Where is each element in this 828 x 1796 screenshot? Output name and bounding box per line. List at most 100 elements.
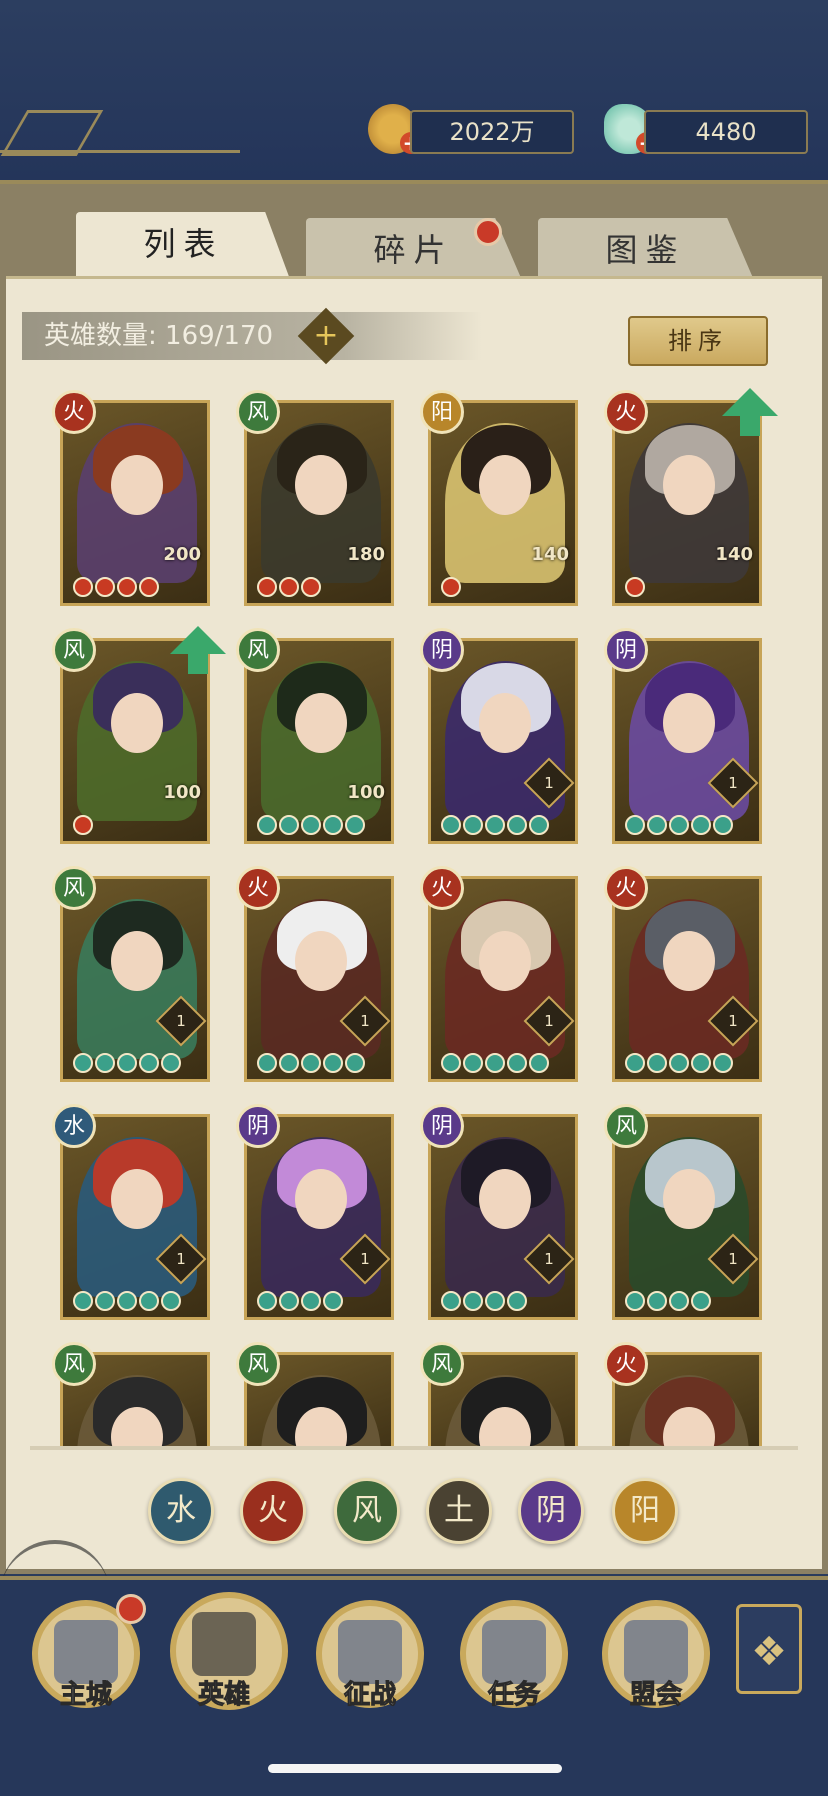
star-icon	[713, 815, 733, 835]
hero-level: 100	[163, 782, 201, 803]
star-icon	[73, 815, 93, 835]
hero-level: 1	[176, 1250, 186, 1268]
star-icon	[463, 815, 483, 835]
element-badge-icon: 阴	[420, 628, 464, 672]
element-filter-button[interactable]: 风	[334, 1478, 400, 1544]
element-filter-button[interactable]: 土	[426, 1478, 492, 1544]
element-badge-icon: 风	[52, 1342, 96, 1386]
element-badge-icon: 风	[236, 628, 280, 672]
star-icon	[279, 577, 299, 597]
nav-label: 盟会	[629, 1680, 682, 1711]
star-icon	[257, 1053, 277, 1073]
hero-face	[111, 931, 163, 991]
element-badge-icon: 阴	[236, 1104, 280, 1148]
hero-face	[111, 693, 163, 753]
upgrade-arrow-icon	[170, 626, 226, 654]
hero-stars	[73, 577, 159, 597]
star-icon	[257, 577, 277, 597]
star-icon	[441, 1053, 461, 1073]
element-filter-button[interactable]: 火	[240, 1478, 306, 1544]
hero-level: 180	[347, 544, 385, 565]
star-icon	[323, 1291, 343, 1311]
fragments-notification-badge	[474, 218, 502, 246]
star-icon	[139, 577, 159, 597]
hero-face	[479, 1169, 531, 1229]
hero-face	[295, 455, 347, 515]
star-icon	[279, 1291, 299, 1311]
star-icon	[257, 1291, 277, 1311]
star-icon	[507, 1291, 527, 1311]
star-icon	[73, 1053, 93, 1073]
hero-face	[663, 693, 715, 753]
hero-face	[663, 455, 715, 515]
nav-label: 任务	[487, 1680, 540, 1711]
hero-level: 1	[728, 1012, 738, 1030]
element-badge-icon: 阴	[420, 1104, 464, 1148]
star-icon	[73, 1291, 93, 1311]
element-badge-icon: 火	[604, 866, 648, 910]
star-icon	[507, 1053, 527, 1073]
hero-stars	[257, 1053, 365, 1073]
upgrade-arrow-stem	[188, 654, 208, 674]
hero-level: 1	[544, 774, 554, 792]
star-icon	[345, 815, 365, 835]
hero-face	[479, 931, 531, 991]
element-filter-button[interactable]: 水	[148, 1478, 214, 1544]
tab-codex[interactable]: 图鉴	[538, 218, 753, 278]
star-icon	[485, 1291, 505, 1311]
element-badge-icon: 风	[236, 1342, 280, 1386]
hero-face	[295, 1169, 347, 1229]
star-icon	[257, 815, 277, 835]
upgrade-arrow-icon	[722, 388, 778, 416]
star-icon	[463, 1291, 483, 1311]
star-icon	[441, 815, 461, 835]
decorative-line	[0, 150, 240, 153]
hero-stars	[441, 815, 549, 835]
nav-notification-badge	[116, 1594, 146, 1624]
upgrade-arrow-stem	[740, 416, 760, 436]
star-icon	[161, 1053, 181, 1073]
hero-stars	[257, 1291, 343, 1311]
hero-level: 1	[544, 1250, 554, 1268]
star-icon	[301, 815, 321, 835]
hero-stars	[73, 1053, 181, 1073]
element-badge-icon: 火	[604, 1342, 648, 1386]
hero-level: 1	[728, 774, 738, 792]
nav-label: 英雄	[197, 1680, 250, 1711]
element-badge-icon: 风	[52, 866, 96, 910]
divider	[30, 1446, 798, 1450]
star-icon	[485, 815, 505, 835]
element-badge-icon: 阴	[604, 628, 648, 672]
top-bar: + 2022万 + 4480	[0, 0, 828, 184]
element-filter-button[interactable]: 阳	[612, 1478, 678, 1544]
star-icon	[625, 1291, 645, 1311]
nav-icon	[192, 1612, 256, 1676]
hero-face	[663, 1169, 715, 1229]
star-icon	[625, 815, 645, 835]
star-icon	[301, 1053, 321, 1073]
element-filter-button[interactable]: 阴	[518, 1478, 584, 1544]
tab-list[interactable]: 列表	[76, 212, 291, 282]
star-icon	[647, 815, 667, 835]
star-icon	[95, 577, 115, 597]
plus-icon: +	[313, 318, 339, 353]
hero-face	[295, 693, 347, 753]
hero-stars	[257, 577, 321, 597]
element-badge-icon: 火	[420, 866, 464, 910]
add-hero-slot-button[interactable]: +	[297, 307, 355, 365]
star-icon	[485, 1053, 505, 1073]
sort-button[interactable]: 排序	[628, 316, 768, 366]
star-icon	[117, 1053, 137, 1073]
hero-level: 100	[347, 782, 385, 803]
star-icon	[95, 1291, 115, 1311]
star-icon	[301, 577, 321, 597]
hero-stars	[441, 577, 461, 597]
filter-bar-background	[6, 1446, 822, 1566]
menu-grid-icon[interactable]: ❖	[736, 1604, 802, 1694]
star-icon	[279, 815, 299, 835]
star-icon	[669, 1053, 689, 1073]
element-badge-icon: 风	[236, 390, 280, 434]
star-icon	[647, 1053, 667, 1073]
hero-stars	[625, 815, 733, 835]
star-icon	[669, 1291, 689, 1311]
